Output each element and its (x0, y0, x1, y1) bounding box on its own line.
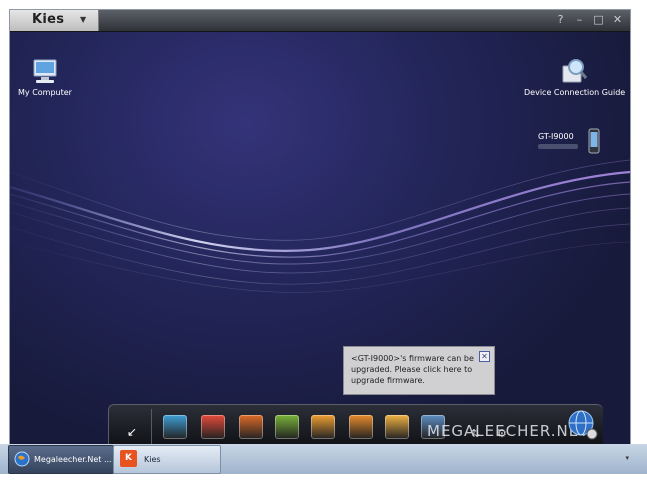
kies-window: Kies ▼ ? – □ ✕ My Computer Device Connec… (10, 10, 630, 444)
kies-app-icon: K (120, 450, 137, 467)
my-computer-label: My Computer (18, 88, 72, 97)
globe-settings-icon[interactable] (567, 409, 599, 441)
help-button[interactable]: ? (554, 13, 567, 26)
minimize-button[interactable]: – (573, 13, 586, 26)
phone-call-icon[interactable] (239, 415, 263, 439)
dock-separator (151, 409, 152, 444)
chevron-down-icon[interactable]: ▼ (80, 15, 86, 24)
my-computer-shortcut[interactable]: My Computer (18, 58, 72, 97)
magnifier-guide-icon (562, 59, 588, 83)
kies-desktop: My Computer Device Connection Guide GT-I… (10, 32, 630, 444)
kies-menu-tab[interactable]: Kies ▼ (10, 10, 99, 31)
notes-icon[interactable] (349, 415, 373, 439)
taskbar-item-browser[interactable]: Megaleecher.Net ... (8, 445, 114, 474)
taskbar-kies-label: Kies (144, 455, 161, 464)
gear-icon[interactable]: ⚙ (497, 427, 507, 440)
photo-icon[interactable] (385, 415, 409, 439)
close-icon[interactable]: ✕ (479, 351, 490, 362)
taskbar-browser-label: Megaleecher.Net ... (34, 455, 112, 464)
app-dock: ↙ MEGALEECHER.NET ⇅ ⚙ (108, 404, 603, 444)
device-connection-guide-label: Device Connection Guide (524, 88, 626, 97)
app-name: Kies (32, 12, 65, 27)
device-connection-guide-shortcut[interactable]: Device Connection Guide (524, 58, 626, 97)
mail-icon[interactable] (311, 415, 335, 439)
phone-icon (588, 128, 600, 154)
firmware-upgrade-message[interactable]: <GT-I9000>'s firmware can be upgraded. P… (351, 353, 479, 386)
calendar-icon[interactable] (275, 415, 299, 439)
computer-icon (33, 59, 57, 83)
collapse-arrow-icon[interactable]: ↙ (127, 425, 137, 439)
close-button[interactable]: ✕ (611, 13, 624, 26)
rainbow-triangle-icon[interactable] (201, 415, 225, 439)
media-apps-icon[interactable] (163, 415, 187, 439)
taskbar-item-kies[interactable]: K Kies (113, 445, 221, 474)
device-name-label: GT-I9000 (538, 132, 574, 141)
watermark-text: MEGALEECHER.NET (427, 422, 590, 440)
maximize-button[interactable]: □ (592, 13, 605, 26)
firmware-upgrade-popup[interactable]: <GT-I9000>'s firmware can be upgraded. P… (343, 346, 495, 395)
connected-device[interactable]: GT-I9000 (538, 128, 618, 158)
device-serial-redacted (538, 144, 578, 149)
window-controls: ? – □ ✕ (554, 13, 624, 26)
windows-taskbar: Megaleecher.Net ... K Kies ▾ (0, 444, 647, 474)
transfer-icon[interactable]: ⇅ (471, 427, 480, 440)
title-bar[interactable]: Kies ▼ ? – □ ✕ (10, 10, 630, 32)
taskbar-scroll-icon[interactable]: ▾ (625, 454, 629, 462)
browser-globe-icon (14, 451, 30, 467)
